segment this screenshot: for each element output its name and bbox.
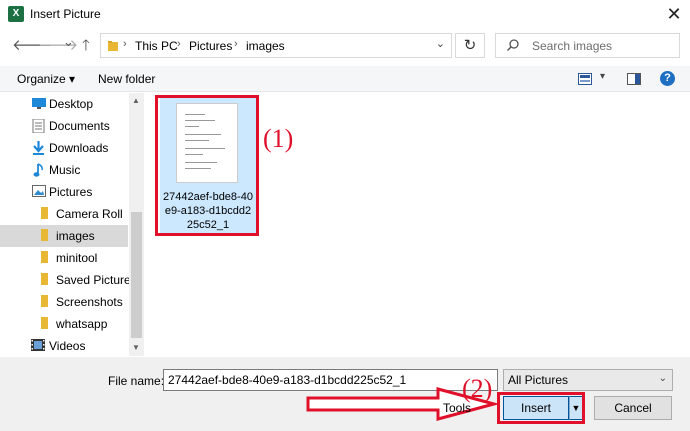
- sidebar-item-label: Screenshots: [56, 295, 123, 309]
- sidebar-item-desktop[interactable]: Desktop: [0, 93, 128, 115]
- breadcrumb-separator[interactable]: ›: [123, 38, 127, 50]
- scroll-up-arrow-icon[interactable]: ▲: [132, 96, 140, 105]
- annotation-highlight-insert: [497, 392, 585, 424]
- pictures-icon: [32, 185, 46, 197]
- refresh-button[interactable]: ↻: [455, 33, 485, 58]
- sidebar-item-label: Desktop: [49, 97, 94, 111]
- sidebar-item-label: Videos: [49, 339, 86, 353]
- preview-pane-icon[interactable]: [627, 73, 641, 85]
- sidebar-item-label: images: [56, 229, 95, 243]
- file-type-filter-select[interactable]: All Pictures ⌄: [503, 369, 673, 391]
- sidebar-item-label: Saved Pictures: [56, 273, 137, 287]
- file-type-filter-value: All Pictures: [508, 373, 569, 387]
- sidebar-item-label: Downloads: [49, 141, 109, 155]
- breadcrumb-separator[interactable]: ›: [234, 38, 238, 50]
- sidebar-item-label: Music: [49, 163, 81, 177]
- window-title: Insert Picture: [30, 7, 101, 21]
- folder-icon: [41, 207, 48, 219]
- sidebar-item-label: minitool: [56, 251, 98, 265]
- change-view-icon[interactable]: [578, 73, 592, 85]
- breadcrumb-images[interactable]: images: [246, 39, 285, 53]
- sidebar-item-minitool[interactable]: minitool: [0, 247, 128, 269]
- breadcrumb-this-pc[interactable]: This PC: [135, 39, 178, 53]
- tools-dropdown[interactable]: Tools: [443, 401, 471, 415]
- sidebar-item-downloads[interactable]: Downloads: [0, 137, 128, 159]
- search-icon: [506, 39, 519, 52]
- scroll-down-arrow-icon[interactable]: ▼: [132, 343, 140, 352]
- sidebar-item-saved-pictures[interactable]: Saved Pictures: [0, 269, 137, 291]
- folder-icon: [41, 295, 48, 307]
- folder-icon: [41, 229, 48, 241]
- sidebar-item-images[interactable]: images: [0, 225, 128, 247]
- sidebar-item-music[interactable]: Music: [0, 159, 128, 181]
- title-bar: X Insert Picture ✕: [0, 0, 690, 28]
- sidebar-item-documents[interactable]: Documents: [0, 115, 128, 137]
- address-bar[interactable]: › This PC › Pictures › images ⌄: [100, 33, 452, 58]
- search-input[interactable]: Search images: [532, 39, 612, 53]
- sidebar-item-screenshots[interactable]: Screenshots: [0, 291, 128, 313]
- annotation-step-1: (1): [263, 124, 294, 153]
- close-icon[interactable]: ✕: [662, 3, 686, 25]
- sidebar-item-label: Camera Roll: [56, 207, 123, 221]
- folder-icon: [41, 251, 48, 263]
- cancel-button[interactable]: Cancel: [594, 396, 672, 420]
- annotation-highlight-file: [155, 95, 259, 236]
- downloads-icon: [33, 141, 44, 155]
- sidebar-item-pictures[interactable]: Pictures: [0, 181, 128, 203]
- desktop-icon: [32, 98, 46, 109]
- sidebar-item-label: Documents: [49, 119, 110, 133]
- organize-button[interactable]: Organize ▾: [17, 72, 75, 86]
- videos-icon: [31, 339, 45, 351]
- documents-icon: [32, 119, 45, 133]
- folder-icon: [41, 317, 48, 329]
- view-options-dropdown-icon[interactable]: ▾: [600, 71, 605, 82]
- help-icon[interactable]: ?: [660, 71, 675, 86]
- breadcrumb-separator[interactable]: ›: [177, 38, 181, 50]
- excel-icon: X: [8, 6, 24, 22]
- address-dropdown-icon[interactable]: ⌄: [436, 37, 445, 50]
- new-folder-button[interactable]: New folder: [98, 72, 155, 86]
- folder-icon: [41, 273, 48, 285]
- sidebar-item-camera-roll[interactable]: Camera Roll: [0, 203, 128, 225]
- music-icon: [33, 163, 43, 177]
- sidebar-item-label: Pictures: [49, 185, 93, 199]
- sidebar-item-whatsapp[interactable]: whatsapp: [0, 313, 128, 335]
- annotation-step-2: (2): [462, 374, 493, 403]
- file-name-field-label: File name:: [108, 374, 165, 388]
- recent-locations-chevron-icon[interactable]: ⌄: [63, 34, 74, 50]
- command-toolbar: Organize ▾ New folder ▾ ?: [0, 66, 690, 92]
- folder-icon: [108, 41, 118, 51]
- up-arrow-icon[interactable]: 🡑: [82, 38, 90, 54]
- sidebar-item-label: whatsapp: [56, 317, 108, 331]
- sidebar-scrollbar-thumb[interactable]: [131, 212, 142, 338]
- sidebar-item-videos[interactable]: Videos: [0, 335, 128, 357]
- search-box[interactable]: Search images: [495, 33, 680, 58]
- chevron-down-icon: ⌄: [658, 373, 667, 384]
- breadcrumb-pictures[interactable]: Pictures: [189, 39, 232, 53]
